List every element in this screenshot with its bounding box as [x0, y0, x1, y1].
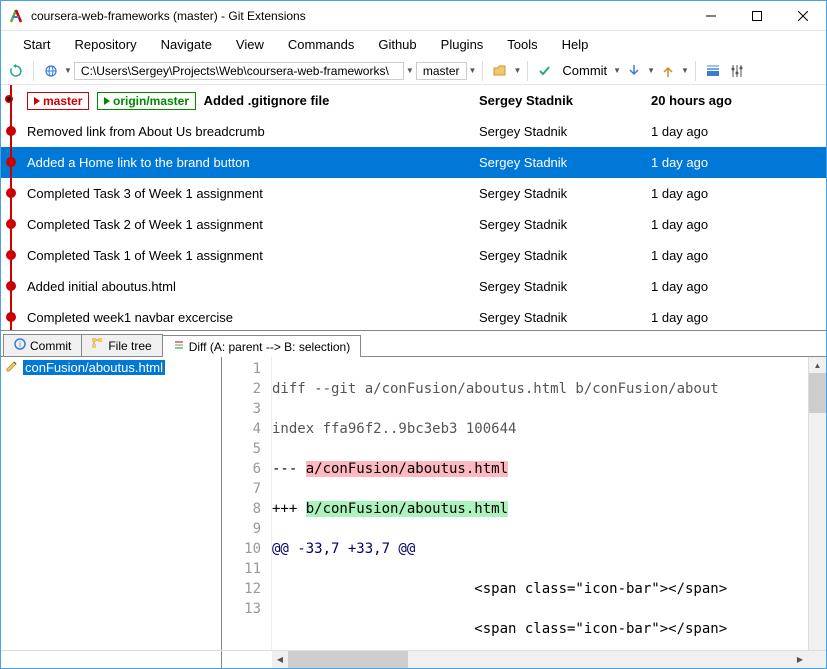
settings-icon[interactable]	[726, 60, 748, 82]
commit-author: Sergey Stadnik	[479, 186, 651, 201]
commit-row[interactable]: Added initial aboutus.html Sergey Stadni…	[1, 271, 826, 302]
menu-plugins[interactable]: Plugins	[431, 34, 494, 55]
commit-message: Added initial aboutus.html	[23, 279, 479, 294]
menu-tools[interactable]: Tools	[497, 34, 547, 55]
file-name: conFusion/aboutus.html	[23, 360, 165, 375]
scroll-thumb[interactable]	[809, 373, 826, 413]
window-title: coursera-web-frameworks (master) - Git E…	[31, 9, 688, 23]
diff-content[interactable]: diff --git a/conFusion/aboutus.html b/co…	[272, 357, 808, 650]
commit-date: 1 day ago	[651, 155, 826, 170]
branch-selector[interactable]: master	[416, 62, 467, 80]
commit-row[interactable]: Completed Task 1 of Week 1 assignment Se…	[1, 240, 826, 271]
branch-tag-local[interactable]: master	[27, 92, 89, 110]
commit-message: Added a Home link to the brand button	[23, 155, 479, 170]
menu-navigate[interactable]: Navigate	[151, 34, 222, 55]
titlebar[interactable]: coursera-web-frameworks (master) - Git E…	[1, 1, 826, 31]
svg-text:i: i	[19, 340, 21, 349]
open-folder-icon[interactable]	[489, 60, 511, 82]
commit-check-icon	[534, 60, 556, 82]
menu-view[interactable]: View	[226, 34, 274, 55]
line-number-gutter: 12345678910111213	[222, 357, 272, 650]
commit-author: Sergey Stadnik	[479, 217, 651, 232]
repo-path[interactable]: C:\Users\Sergey\Projects\Web\coursera-we…	[74, 62, 404, 80]
commit-message: Completed Task 2 of Week 1 assignment	[23, 217, 479, 232]
commit-row[interactable]: master origin/master Added .gitignore fi…	[1, 85, 826, 116]
commit-row[interactable]: Removed link from About Us breadcrumb Se…	[1, 116, 826, 147]
commit-date: 1 day ago	[651, 279, 826, 294]
commit-date: 1 day ago	[651, 248, 826, 263]
tab-commit[interactable]: i Commit	[3, 334, 82, 356]
commit-date: 1 day ago	[651, 217, 826, 232]
tree-icon	[92, 338, 104, 353]
commit-date: 1 day ago	[651, 310, 826, 325]
app-window: coursera-web-frameworks (master) - Git E…	[0, 0, 827, 669]
commit-row[interactable]: Completed week1 navbar excercise Sergey …	[1, 302, 826, 331]
minimize-button[interactable]	[688, 1, 734, 30]
commit-message: Completed Task 3 of Week 1 assignment	[23, 186, 479, 201]
commit-row[interactable]: Added a Home link to the brand button Se…	[1, 147, 826, 178]
horizontal-scrollbar[interactable]: ◀ ▶	[1, 650, 826, 668]
toolbar: ▼ C:\Users\Sergey\Projects\Web\coursera-…	[1, 57, 826, 85]
file-list[interactable]: conFusion/aboutus.html	[1, 357, 222, 650]
menu-repository[interactable]: Repository	[64, 34, 146, 55]
diff-icon	[173, 339, 185, 354]
menu-github[interactable]: Github	[368, 34, 426, 55]
commit-author: Sergey Stadnik	[479, 155, 651, 170]
commit-date: 1 day ago	[651, 124, 826, 139]
diff-area: conFusion/aboutus.html 12345678910111213…	[1, 357, 826, 650]
info-icon: i	[14, 338, 26, 353]
menu-help[interactable]: Help	[552, 34, 599, 55]
edit-icon	[5, 359, 19, 376]
commit-message: Completed week1 navbar excercise	[23, 310, 479, 325]
scroll-right-icon[interactable]: ▶	[792, 651, 808, 668]
commit-message: Removed link from About Us breadcrumb	[23, 124, 479, 139]
branch-tag-remote[interactable]: origin/master	[97, 92, 196, 110]
commit-date: 20 hours ago	[651, 93, 732, 108]
commit-message: Completed Task 1 of Week 1 assignment	[23, 248, 479, 263]
scroll-left-icon[interactable]: ◀	[272, 651, 288, 668]
commit-author: Sergey Stadnik	[479, 124, 651, 139]
tab-diff[interactable]: Diff (A: parent --> B: selection)	[162, 335, 362, 357]
app-icon	[9, 8, 25, 24]
scroll-thumb[interactable]	[288, 651, 408, 668]
refresh-icon[interactable]	[5, 60, 27, 82]
close-button[interactable]	[780, 1, 826, 30]
menubar: Start Repository Navigate View Commands …	[1, 31, 826, 57]
stash-icon[interactable]	[702, 60, 724, 82]
push-icon[interactable]	[657, 60, 679, 82]
commit-author: Sergey Stadnik	[479, 248, 651, 263]
vertical-scrollbar[interactable]: ▲	[808, 357, 826, 650]
commit-message: Added .gitignore file	[204, 93, 330, 108]
commit-button[interactable]: Commit	[558, 63, 611, 78]
menu-start[interactable]: Start	[13, 34, 60, 55]
commit-author: Sergey Stadnik	[479, 279, 651, 294]
commit-row[interactable]: Completed Task 3 of Week 1 assignment Se…	[1, 178, 826, 209]
commit-author: Sergey Stadnik	[479, 93, 573, 108]
file-item[interactable]: conFusion/aboutus.html	[1, 357, 221, 378]
tab-filetree[interactable]: File tree	[81, 334, 162, 356]
globe-icon[interactable]	[40, 60, 62, 82]
window-controls	[688, 1, 826, 30]
commit-author: Sergey Stadnik	[479, 310, 651, 325]
pull-icon[interactable]	[623, 60, 645, 82]
maximize-button[interactable]	[734, 1, 780, 30]
commit-row[interactable]: Completed Task 2 of Week 1 assignment Se…	[1, 209, 826, 240]
menu-commands[interactable]: Commands	[278, 34, 364, 55]
commit-list[interactable]: master origin/master Added .gitignore fi…	[1, 85, 826, 331]
commit-date: 1 day ago	[651, 186, 826, 201]
detail-tabs: i Commit File tree Diff (A: parent --> B…	[1, 331, 826, 357]
detail-pane: i Commit File tree Diff (A: parent --> B…	[1, 331, 826, 668]
scroll-up-icon[interactable]: ▲	[809, 357, 826, 373]
